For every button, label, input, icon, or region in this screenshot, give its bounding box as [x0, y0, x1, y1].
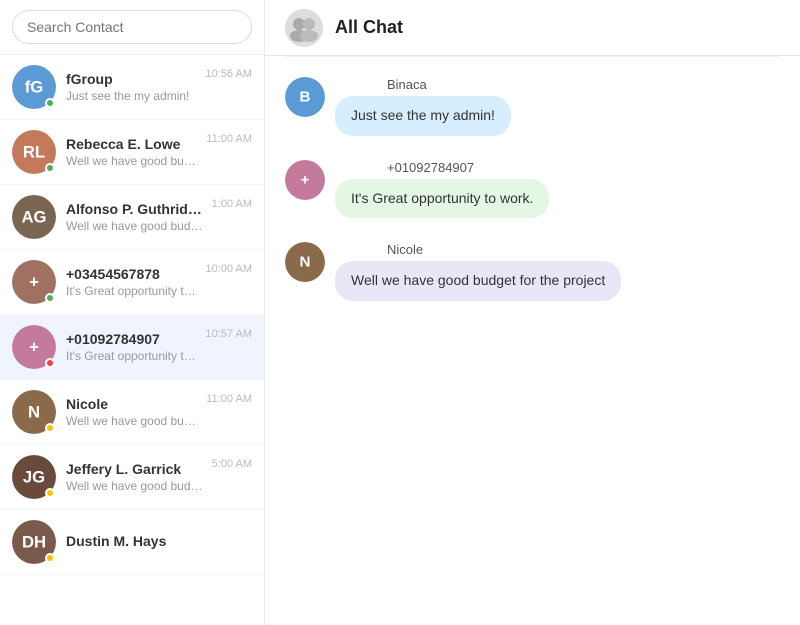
- svg-text:N: N: [300, 254, 311, 271]
- chat-header-avatar: [285, 9, 323, 47]
- contact-preview: Well we have good budget...: [66, 219, 206, 233]
- avatar-wrap: N: [12, 390, 56, 434]
- contact-name: Rebecca E. Lowe: [66, 136, 200, 152]
- contact-info: Rebecca E. Lowe Well we have good budget…: [66, 136, 200, 168]
- contact-time: 5:00 AM: [212, 458, 252, 470]
- contact-info: +01092784907 It's Great opportunity to w…: [66, 331, 200, 363]
- avatar-wrap: fG: [12, 65, 56, 109]
- contact-item[interactable]: DH Dustin M. Hays: [0, 510, 264, 575]
- status-dot: [45, 293, 55, 303]
- contact-time: 10:56 AM: [206, 68, 252, 80]
- avatar-wrap: DH: [12, 520, 56, 564]
- search-input[interactable]: [12, 10, 252, 44]
- message-sender: Binaca: [387, 77, 511, 92]
- contact-preview: Just see the my admin!: [66, 89, 200, 103]
- chat-header: All Chat: [265, 0, 800, 56]
- status-dot: [45, 488, 55, 498]
- avatar-wrap: +: [12, 260, 56, 304]
- contact-info: Nicole Well we have good budget...: [66, 396, 200, 428]
- message-content: Binaca Just see the my admin!: [335, 77, 511, 136]
- contact-info: Jeffery L. Garrick Well we have good bud…: [66, 461, 206, 493]
- sidebar: fG fGroup Just see the my admin! 10:56 A…: [0, 0, 265, 625]
- svg-text:DH: DH: [22, 533, 46, 552]
- svg-text:+: +: [29, 338, 39, 357]
- contact-preview: It's Great opportunity to w...: [66, 349, 200, 363]
- contact-item[interactable]: JG Jeffery L. Garrick Well we have good …: [0, 445, 264, 510]
- contact-item[interactable]: + +03454567878 It's Great opportunity to…: [0, 250, 264, 315]
- contact-name: +01092784907: [66, 331, 200, 347]
- message-row: N Nicole Well we have good budget for th…: [285, 242, 780, 301]
- contact-item[interactable]: N Nicole Well we have good budget... 11:…: [0, 380, 264, 445]
- chat-title: All Chat: [335, 17, 403, 38]
- chat-messages: B Binaca Just see the my admin! + +01092…: [265, 57, 800, 625]
- contact-item[interactable]: AG Alfonso P. Guthridgee Well we have go…: [0, 185, 264, 250]
- message-sender: +01092784907: [387, 160, 549, 175]
- message-group: N Nicole Well we have good budget for th…: [285, 242, 780, 301]
- contact-name: fGroup: [66, 71, 200, 87]
- message-group: + +01092784907 It's Great opportunity to…: [285, 160, 780, 219]
- contact-info: +03454567878 It's Great opportunity to w…: [66, 266, 200, 298]
- contact-time: 1:00 AM: [212, 198, 252, 210]
- message-bubble: It's Great opportunity to work.: [335, 179, 549, 219]
- message-content: Nicole Well we have good budget for the …: [335, 242, 621, 301]
- contact-item[interactable]: fG fGroup Just see the my admin! 10:56 A…: [0, 55, 264, 120]
- avatar-wrap: RL: [12, 130, 56, 174]
- contact-name: Jeffery L. Garrick: [66, 461, 206, 477]
- svg-text:N: N: [28, 403, 40, 422]
- contact-list: fG fGroup Just see the my admin! 10:56 A…: [0, 55, 264, 625]
- msg-avatar: N: [285, 242, 325, 282]
- msg-avatar: +: [285, 160, 325, 200]
- contact-info: Dustin M. Hays: [66, 533, 246, 551]
- avatar-wrap: JG: [12, 455, 56, 499]
- avatar: AG: [12, 195, 56, 239]
- svg-text:AG: AG: [21, 208, 46, 227]
- status-dot: [45, 358, 55, 368]
- contact-time: 11:00 AM: [206, 133, 252, 145]
- contact-preview: Well we have good budget...: [66, 479, 206, 493]
- status-dot: [45, 423, 55, 433]
- contact-name: Alfonso P. Guthridgee: [66, 201, 206, 217]
- svg-text:fG: fG: [25, 78, 44, 97]
- contact-preview: Well we have good budget...: [66, 154, 200, 168]
- contact-name: Nicole: [66, 396, 200, 412]
- message-bubble: Well we have good budget for the project: [335, 261, 621, 301]
- contact-item[interactable]: RL Rebecca E. Lowe Well we have good bud…: [0, 120, 264, 185]
- status-dot: [45, 553, 55, 563]
- status-dot: [45, 98, 55, 108]
- svg-text:RL: RL: [23, 143, 45, 162]
- message-group: B Binaca Just see the my admin!: [285, 77, 780, 136]
- svg-text:JG: JG: [23, 468, 45, 487]
- avatar-wrap: AG: [12, 195, 56, 239]
- contact-time: 10:57 AM: [206, 328, 252, 340]
- msg-avatar: B: [285, 77, 325, 117]
- svg-text:+: +: [301, 171, 310, 188]
- message-bubble: Just see the my admin!: [335, 96, 511, 136]
- all-chat-icon: [285, 9, 323, 47]
- message-sender: Nicole: [387, 242, 621, 257]
- contact-name: Dustin M. Hays: [66, 533, 246, 549]
- contact-info: fGroup Just see the my admin!: [66, 71, 200, 103]
- contact-time: 11:00 AM: [206, 393, 252, 405]
- chat-panel: All Chat B Binaca Just see the my admin!…: [265, 0, 800, 625]
- avatar-wrap: +: [12, 325, 56, 369]
- svg-text:+: +: [29, 273, 39, 292]
- contact-item[interactable]: + +01092784907 It's Great opportunity to…: [0, 315, 264, 380]
- search-container: [0, 0, 264, 55]
- contact-name: +03454567878: [66, 266, 200, 282]
- contact-time: 10:00 AM: [206, 263, 252, 275]
- message-row: + +01092784907 It's Great opportunity to…: [285, 160, 780, 219]
- contact-preview: Well we have good budget...: [66, 414, 200, 428]
- contact-info: Alfonso P. Guthridgee Well we have good …: [66, 201, 206, 233]
- contact-preview: It's Great opportunity to w...: [66, 284, 200, 298]
- message-content: +01092784907 It's Great opportunity to w…: [335, 160, 549, 219]
- message-row: B Binaca Just see the my admin!: [285, 77, 780, 136]
- status-dot: [45, 163, 55, 173]
- svg-text:B: B: [300, 89, 311, 106]
